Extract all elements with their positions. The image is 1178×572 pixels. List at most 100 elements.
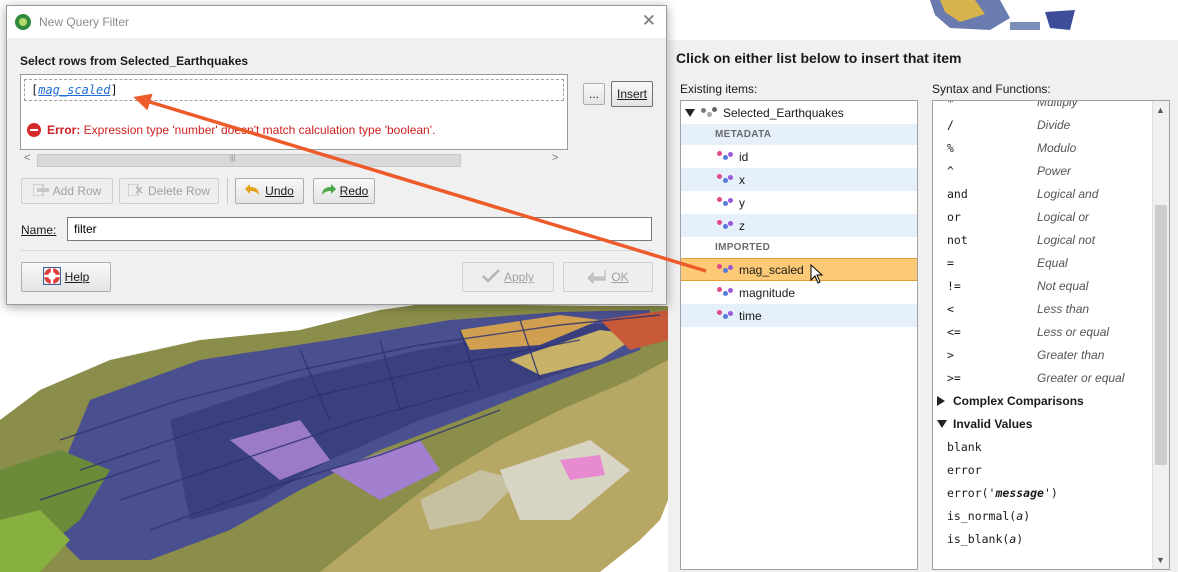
list-item[interactable]: z	[681, 214, 917, 237]
operator-desc: Modulo	[1037, 140, 1077, 155]
operator-row[interactable]: = Equal	[933, 251, 1153, 274]
list-item[interactable]: x	[681, 168, 917, 191]
operator-symbol: >=	[947, 370, 961, 385]
expanded-arrow-icon[interactable]	[937, 419, 947, 428]
scroll-up-arrow-icon[interactable]: ▲	[1156, 105, 1165, 115]
column-icon	[717, 263, 735, 277]
close-icon[interactable]: ✕	[642, 11, 656, 31]
operator-symbol: <	[947, 301, 954, 316]
operator-desc: Greater or equal	[1037, 370, 1125, 385]
delete-row-button[interactable]: Delete Row	[119, 178, 219, 204]
item-label: z	[739, 218, 745, 233]
operator-desc: Less than	[1037, 301, 1090, 316]
delete-row-icon	[127, 183, 144, 199]
operator-desc: Greater than	[1037, 347, 1105, 362]
list-item[interactable]: magnitude	[681, 281, 917, 304]
operator-row[interactable]: and Logical and	[933, 182, 1153, 205]
tree-root-item[interactable]: Selected_Earthquakes	[681, 101, 917, 124]
dialog-titlebar[interactable]: New Query Filter ✕	[7, 6, 666, 38]
list-item[interactable]: id	[681, 145, 917, 168]
enter-arrow-icon	[587, 269, 607, 286]
imported-section: IMPORTED	[715, 242, 771, 253]
operator-symbol: *	[947, 100, 954, 109]
redo-button[interactable]: Redo	[313, 178, 375, 204]
scroll-left-arrow-icon[interactable]: <	[24, 152, 30, 164]
group-complex-comparisons[interactable]: Complex Comparisons	[933, 389, 1153, 412]
column-icon	[717, 286, 735, 300]
operator-row[interactable]: != Not equal	[933, 274, 1153, 297]
function-row[interactable]: error	[933, 458, 1153, 481]
redo-icon	[320, 183, 336, 200]
operator-row[interactable]: ^ Power	[933, 159, 1153, 182]
expanded-arrow-icon[interactable]	[685, 108, 695, 117]
apply-button[interactable]: Apply	[462, 262, 554, 292]
collapsed-arrow-icon[interactable]	[937, 395, 945, 406]
operator-symbol: <=	[947, 324, 961, 339]
function-row[interactable]: is_blank(a)	[933, 527, 1153, 550]
expression-line[interactable]: [mag_scaled]	[24, 79, 564, 101]
group-invalid-values[interactable]: Invalid Values	[933, 412, 1153, 435]
bracket-close: ]	[110, 83, 118, 97]
operator-row[interactable]: < Less than	[933, 297, 1153, 320]
tree-root-label: Selected_Earthquakes	[723, 105, 844, 120]
operator-row[interactable]: % Modulo	[933, 136, 1153, 159]
panel-heading: Click on either list below to insert tha…	[676, 50, 962, 66]
expression-field-token[interactable]: mag_scaled	[38, 83, 110, 97]
operator-symbol: /	[947, 117, 954, 132]
list-item-selected[interactable]: mag_scaled	[681, 258, 917, 284]
error-label: Error:	[47, 123, 81, 137]
function-row[interactable]: is_normal(a)	[933, 504, 1153, 527]
select-rows-heading: Select rows from Selected_Earthquakes	[20, 54, 249, 68]
operator-desc: Logical and	[1037, 186, 1099, 201]
name-field[interactable]	[67, 217, 652, 241]
item-label: time	[739, 308, 762, 323]
add-row-icon	[32, 183, 49, 199]
vertical-scrollbar[interactable]: ▲ ▼	[1152, 101, 1169, 569]
add-row-button[interactable]: Add Row	[21, 178, 113, 204]
scroll-right-arrow-icon[interactable]: >	[552, 152, 558, 164]
group-label: Complex Comparisons	[953, 393, 1084, 408]
ellipsis-button[interactable]: ...	[583, 83, 605, 105]
group-label: Invalid Values	[953, 416, 1033, 431]
operator-symbol: ^	[947, 163, 954, 178]
points-icon	[701, 106, 719, 120]
list-item[interactable]: y	[681, 191, 917, 214]
operator-desc: Less or equal	[1037, 324, 1110, 339]
operator-desc: Not equal	[1037, 278, 1089, 293]
operator-row[interactable]: <= Less or equal	[933, 320, 1153, 343]
item-label: y	[739, 195, 745, 210]
insert-panel: Click on either list below to insert tha…	[668, 40, 1178, 572]
error-text: Expression type 'number' doesn't match c…	[80, 123, 436, 137]
operator-row[interactable]: / Divide	[933, 113, 1153, 136]
operator-row[interactable]: or Logical or	[933, 205, 1153, 228]
expression-editor[interactable]: [mag_scaled] Error: Expression type 'num…	[20, 74, 568, 150]
undo-button[interactable]: Undo	[235, 178, 304, 204]
function-row[interactable]: blank	[933, 435, 1153, 458]
function-row[interactable]: error('message')	[933, 481, 1153, 504]
operator-row[interactable]: not Logical not	[933, 228, 1153, 251]
app-logo-icon	[15, 14, 31, 30]
undo-icon	[245, 183, 261, 200]
ok-button[interactable]: OK	[563, 262, 653, 292]
operator-row[interactable]: > Greater than	[933, 343, 1153, 366]
horizontal-scrollbar[interactable]: < ||| >	[20, 152, 568, 168]
operator-row[interactable]: >= Greater or equal	[933, 366, 1153, 389]
operator-desc: Multiply	[1037, 100, 1078, 109]
list-item[interactable]: time	[681, 304, 917, 327]
operator-symbol: or	[947, 209, 961, 224]
operator-symbol: =	[947, 255, 954, 270]
function-name: is_blank(a)	[947, 531, 1024, 546]
new-query-filter-dialog: New Query Filter ✕ Select rows from Sele…	[6, 5, 667, 305]
existing-items-list[interactable]: Selected_Earthquakes METADATA id x y z I…	[680, 100, 918, 570]
scrollbar-thumb[interactable]	[37, 154, 461, 167]
scrollbar-thumb[interactable]	[1155, 205, 1167, 465]
column-icon	[717, 173, 735, 187]
help-button[interactable]: Help	[21, 262, 111, 292]
operator-row[interactable]: * Multiply	[933, 100, 1153, 113]
mouse-cursor-icon	[810, 263, 824, 284]
insert-button[interactable]: Insert	[611, 81, 653, 107]
operator-desc: Divide	[1037, 117, 1071, 132]
scroll-down-arrow-icon[interactable]: ▼	[1156, 555, 1165, 565]
syntax-functions-list[interactable]: * Multiply / Divide % Modulo ^ Power and Logi…	[932, 100, 1170, 570]
operator-desc: Equal	[1037, 255, 1068, 270]
